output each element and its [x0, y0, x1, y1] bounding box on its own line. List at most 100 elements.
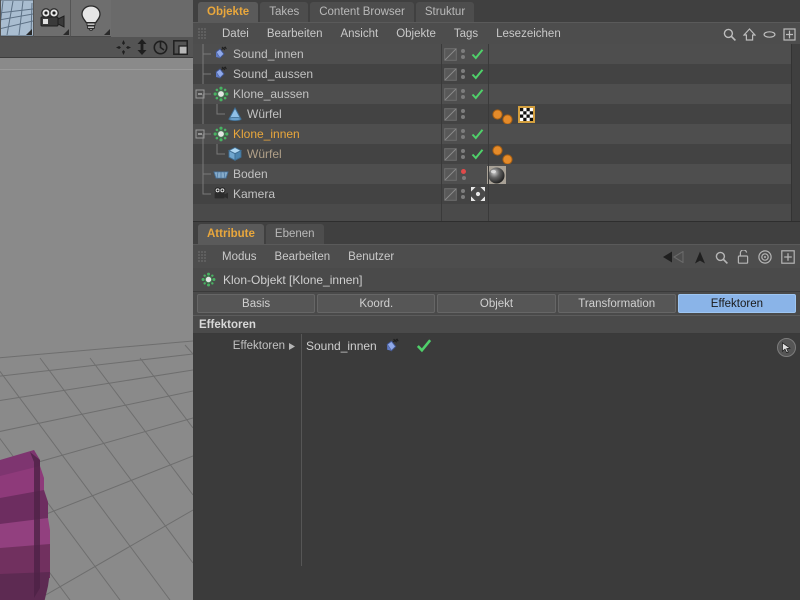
object-name[interactable]: Sound_innen — [233, 44, 304, 64]
object-name[interactable]: Sound_aussen — [233, 64, 313, 84]
visibility-dots[interactable] — [461, 64, 465, 84]
oval-icon[interactable] — [763, 30, 776, 39]
tab-koord[interactable]: Koord. — [317, 294, 436, 313]
visibility-box-icon[interactable] — [444, 47, 457, 61]
tag-visibility-cell[interactable] — [444, 64, 457, 84]
scale-tool-icon[interactable] — [136, 39, 148, 55]
table-row[interactable]: Boden — [193, 164, 800, 185]
object-name[interactable]: Kamera — [233, 184, 275, 204]
rotate-tool-icon[interactable] — [153, 40, 168, 55]
menu-objekte[interactable]: Objekte — [387, 23, 445, 45]
cube-primitive-icon[interactable] — [227, 146, 243, 162]
tag-visibility-cell[interactable] — [444, 84, 457, 104]
table-row[interactable]: Kamera — [193, 184, 800, 204]
panel-grip-icon[interactable] — [198, 251, 207, 262]
visibility-box-icon[interactable] — [444, 187, 457, 201]
view-thumbnail[interactable] — [0, 0, 33, 37]
tab-transformation[interactable]: Transformation — [557, 294, 676, 313]
menu-tags[interactable]: Tags — [445, 23, 487, 45]
back-arrow-icon[interactable] — [663, 251, 685, 263]
visibility-dots[interactable] — [461, 164, 466, 184]
tab-content-browser[interactable]: Content Browser — [310, 2, 414, 22]
enabled-check-icon[interactable] — [471, 84, 484, 104]
tag-visibility-cell[interactable] — [444, 164, 457, 184]
menu-ansicht[interactable]: Ansicht — [331, 23, 387, 45]
sound-effector-icon[interactable] — [213, 66, 229, 82]
object-tree-scrollbar[interactable] — [791, 44, 800, 221]
tab-basis[interactable]: Basis — [197, 294, 316, 313]
menu-datei[interactable]: Datei — [213, 23, 258, 45]
tag-sphere-material[interactable] — [487, 165, 506, 185]
enabled-check-icon[interactable] — [471, 144, 484, 164]
cursor-mode-badge[interactable] — [777, 338, 796, 357]
tab-ebenen[interactable]: Ebenen — [265, 224, 324, 244]
table-row[interactable]: Klone_aussen — [193, 84, 800, 104]
menu-bearbeiten[interactable]: Bearbeiten — [258, 23, 332, 45]
visibility-box-icon[interactable] — [444, 147, 457, 161]
tag-visibility-cell[interactable] — [444, 104, 457, 124]
menu-bearbeiten[interactable]: Bearbeiten — [266, 246, 340, 268]
viewport-3d-scene[interactable] — [0, 58, 193, 600]
tag-checker-material[interactable] — [518, 104, 535, 124]
object-tree[interactable]: Sound_innen Sound_aussen Klone_aussen Wü… — [193, 44, 800, 222]
visibility-box-icon[interactable] — [444, 167, 457, 181]
table-row[interactable]: Würfel — [193, 104, 800, 125]
visibility-dots[interactable] — [461, 144, 465, 164]
tag-visibility-cell[interactable] — [444, 124, 457, 144]
expand-arrow-icon[interactable] — [289, 343, 295, 350]
search-icon[interactable] — [723, 28, 736, 41]
green-check-icon[interactable] — [416, 338, 432, 354]
enabled-check-icon[interactable] — [471, 44, 484, 64]
render-view-icon[interactable] — [173, 39, 188, 55]
panel-grip-icon[interactable] — [198, 28, 207, 39]
add-icon[interactable] — [781, 250, 795, 264]
object-name[interactable]: Würfel — [247, 144, 282, 164]
visibility-box-icon[interactable] — [444, 127, 457, 141]
object-name-selected[interactable]: Klone_innen — [233, 124, 300, 144]
visibility-box-icon[interactable] — [444, 107, 457, 121]
visibility-dots[interactable] — [461, 104, 465, 124]
tab-effektoren[interactable]: Effektoren — [677, 294, 797, 313]
tab-attribute[interactable]: Attribute — [198, 224, 264, 244]
tag-visibility-cell[interactable] — [444, 184, 457, 204]
tab-objekte[interactable]: Objekte — [198, 2, 259, 22]
viewport-panel[interactable] — [0, 0, 193, 600]
tab-struktur[interactable]: Struktur — [415, 2, 475, 22]
visibility-dots[interactable] — [461, 124, 465, 144]
visibility-dots[interactable] — [461, 84, 465, 104]
table-row[interactable]: Sound_innen — [193, 44, 800, 64]
tag-visibility-cell[interactable] — [444, 44, 457, 64]
floor-icon[interactable] — [213, 166, 229, 182]
sound-effector-icon[interactable] — [213, 46, 229, 62]
table-row[interactable]: Würfel — [193, 144, 800, 165]
visibility-dots[interactable] — [461, 184, 465, 204]
menu-benutzer[interactable]: Benutzer — [339, 246, 403, 268]
target-icon[interactable] — [758, 250, 772, 264]
tab-takes[interactable]: Takes — [260, 2, 309, 22]
layout-icon[interactable] — [783, 27, 796, 41]
camera-object-icon[interactable] — [213, 186, 229, 202]
object-name[interactable]: Würfel — [247, 104, 282, 124]
up-arrow-icon[interactable] — [694, 251, 706, 264]
camera-icon[interactable] — [33, 0, 70, 37]
menu-lesezeichen[interactable]: Lesezeichen — [487, 23, 570, 45]
menu-modus[interactable]: Modus — [213, 246, 266, 268]
cloner-icon[interactable] — [213, 126, 229, 142]
object-name[interactable]: Boden — [233, 164, 268, 184]
enabled-check-icon[interactable] — [471, 124, 484, 144]
object-name[interactable]: Klone_aussen — [233, 84, 309, 104]
visibility-box-icon[interactable] — [444, 87, 457, 101]
cone-primitive-icon[interactable] — [227, 106, 243, 122]
effector-link-list[interactable]: Sound_innen — [301, 334, 800, 566]
visibility-dots[interactable] — [461, 44, 465, 64]
list-item[interactable]: Sound_innen — [306, 337, 432, 355]
lock-icon[interactable] — [737, 250, 749, 264]
tag-visibility-cell[interactable] — [444, 144, 457, 164]
cloner-icon[interactable] — [213, 86, 229, 102]
tab-objekt[interactable]: Objekt — [437, 294, 556, 313]
table-row[interactable]: Sound_aussen — [193, 64, 800, 84]
target-tag-icon[interactable] — [471, 184, 485, 204]
move-tool-icon[interactable] — [116, 39, 131, 55]
visibility-box-icon[interactable] — [444, 67, 457, 81]
enabled-check-icon[interactable] — [471, 64, 484, 84]
